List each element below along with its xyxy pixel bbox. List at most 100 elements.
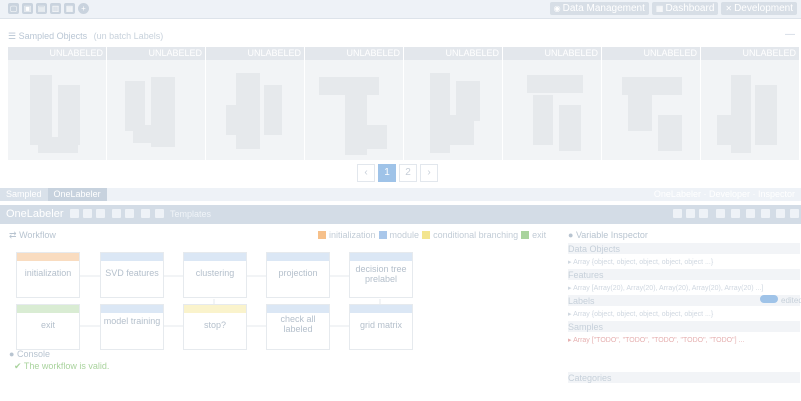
tools-icon: ✕ <box>725 4 733 13</box>
section-label: Data Objects <box>568 244 621 254</box>
digit-pixel-block <box>717 115 741 145</box>
digit-pixel-block <box>559 105 581 151</box>
window-icon[interactable] <box>746 209 755 218</box>
folder-icon[interactable]: ▣ <box>22 3 33 14</box>
legend-swatch <box>521 231 530 239</box>
tab-onelabeler[interactable]: OneLabeler <box>47 188 107 201</box>
digit-pixel-block <box>345 95 367 155</box>
edited-label: edited <box>781 296 801 305</box>
terminal-icon: ● <box>9 349 15 359</box>
console-line: ✔ The workflow is valid. <box>14 361 110 371</box>
file-icon[interactable] <box>141 209 150 218</box>
digit-pixel-block <box>125 81 145 131</box>
unlabeled-tag: UNLABELED <box>404 47 502 60</box>
legend-swatch <box>422 231 431 239</box>
digit-pixel-block <box>133 125 163 143</box>
unlabeled-tag: UNLABELED <box>602 47 700 60</box>
workflow-node-initialization[interactable]: initialization <box>16 252 80 298</box>
unlabeled-tag: UNLABELED <box>305 47 403 60</box>
settings-icon[interactable] <box>673 209 682 218</box>
node-header <box>101 305 163 313</box>
workflow-node-check-all-labeled[interactable]: check all labeled <box>266 304 330 350</box>
dashboard-button[interactable]: ▦ Dashboard <box>651 2 719 15</box>
digit-pixel-block <box>226 105 248 135</box>
sample-thumbnail[interactable]: UNLABELED <box>503 47 601 160</box>
workflow-node-stop[interactable]: stop? <box>183 304 247 350</box>
node-header <box>184 253 246 261</box>
workflow-legend: initialization module conditional branch… <box>318 230 546 240</box>
digit-pixel-block <box>58 85 80 145</box>
filter-icon[interactable] <box>155 209 164 218</box>
digit-pixel-block <box>444 115 474 145</box>
dashboard-icon: ▦ <box>655 4 664 13</box>
sample-thumbnail[interactable]: UNLABELED <box>8 47 106 160</box>
unlabeled-tag: UNLABELED <box>206 47 304 60</box>
file-icon[interactable] <box>125 209 134 218</box>
sitemap-icon[interactable] <box>699 209 708 218</box>
workflow-node-decision-tree-prelabel[interactable]: decision tree prelabel <box>349 252 413 298</box>
next-page-button[interactable]: › <box>420 164 438 182</box>
sample-thumbnail[interactable]: UNLABELED <box>404 47 502 160</box>
digit-pixel-block <box>622 77 682 95</box>
workflow-node-clustering[interactable]: clustering <box>183 252 247 298</box>
trash-icon[interactable]: ▥ <box>50 3 61 14</box>
minimize-icon[interactable] <box>731 209 740 218</box>
sample-thumbnail[interactable]: UNLABELED <box>602 47 700 160</box>
console-header: ● Console <box>9 349 50 359</box>
maximize-icon[interactable] <box>776 209 785 218</box>
workflow-node-model-training[interactable]: model training <box>100 304 164 350</box>
templates-label[interactable]: Templates <box>170 209 211 219</box>
digit-pixel-block <box>658 115 682 151</box>
digit-pixel-block <box>755 85 777 145</box>
node-header <box>184 305 246 313</box>
legend-swatch <box>378 231 387 239</box>
sample-thumbnail[interactable]: UNLABELED <box>701 47 799 160</box>
workflow-node-svd-features[interactable]: SVD features <box>100 252 164 298</box>
restore-icon[interactable] <box>761 209 770 218</box>
prev-page-button[interactable]: ‹ <box>357 164 375 182</box>
folder-open-icon[interactable]: ▢ <box>8 3 19 14</box>
edited-toggle[interactable] <box>760 295 778 303</box>
section-label: Categories <box>568 373 612 383</box>
section-label: Labels <box>568 296 595 306</box>
node-header <box>17 305 79 313</box>
check-icon: ✔ <box>14 361 22 371</box>
grid-icon[interactable] <box>686 209 695 218</box>
node-header <box>350 305 412 313</box>
workflow-node-projection[interactable]: projection <box>266 252 330 298</box>
file-icon[interactable] <box>112 209 121 218</box>
unlabeled-tag: UNLABELED <box>107 47 205 60</box>
info-icon: ● <box>568 230 574 240</box>
collapse-icon[interactable]: — <box>785 29 795 40</box>
sampled-objects-header: ☰ Sampled Objects (un batch Labels) <box>8 31 164 41</box>
toolbar-icons: ▢ ▣ ▤ ▥ ▦ + <box>8 3 89 14</box>
page-2-button[interactable]: 2 <box>399 164 417 182</box>
digit-pixel-block <box>319 77 379 95</box>
save-icon[interactable] <box>83 209 92 218</box>
close-icon[interactable] <box>790 209 799 218</box>
refresh-icon[interactable] <box>716 209 725 218</box>
node-header <box>267 305 329 313</box>
data-management-button[interactable]: ◉ Data Management <box>549 2 649 15</box>
development-button[interactable]: ✕ Development <box>721 2 797 15</box>
node-header <box>101 253 163 261</box>
tab-sampled[interactable]: Sampled <box>0 188 48 201</box>
sample-thumbnail[interactable]: UNLABELED <box>107 47 205 160</box>
workflow-node-exit[interactable]: exit <box>16 304 80 350</box>
tab-strip: Sampled OneLabeler OneLabeler · Develope… <box>0 188 801 201</box>
digit-pixel-block <box>30 75 52 145</box>
sample-thumbnail[interactable]: UNLABELED <box>206 47 304 160</box>
sample-thumbnail[interactable]: UNLABELED <box>305 47 403 160</box>
unlabeled-tag: UNLABELED <box>701 47 799 60</box>
thumbnail-strip: UNLABELED UNLABELED UNLABELED UNLABELED UNLA… <box>8 47 801 160</box>
export-icon[interactable]: ▦ <box>64 3 75 14</box>
workflow-node-grid-matrix[interactable]: grid matrix <box>349 304 413 350</box>
section-values: ▸ Array [Array(20), Array(20), Array(20)… <box>568 285 764 292</box>
node-header <box>350 253 412 261</box>
save-icon[interactable]: ▤ <box>36 3 47 14</box>
add-circle-icon[interactable]: + <box>78 3 89 14</box>
folder-icon[interactable] <box>70 209 79 218</box>
digit-pixel-block <box>533 95 553 145</box>
wrench-icon[interactable] <box>96 209 105 218</box>
page-1-button[interactable]: 1 <box>378 164 396 182</box>
